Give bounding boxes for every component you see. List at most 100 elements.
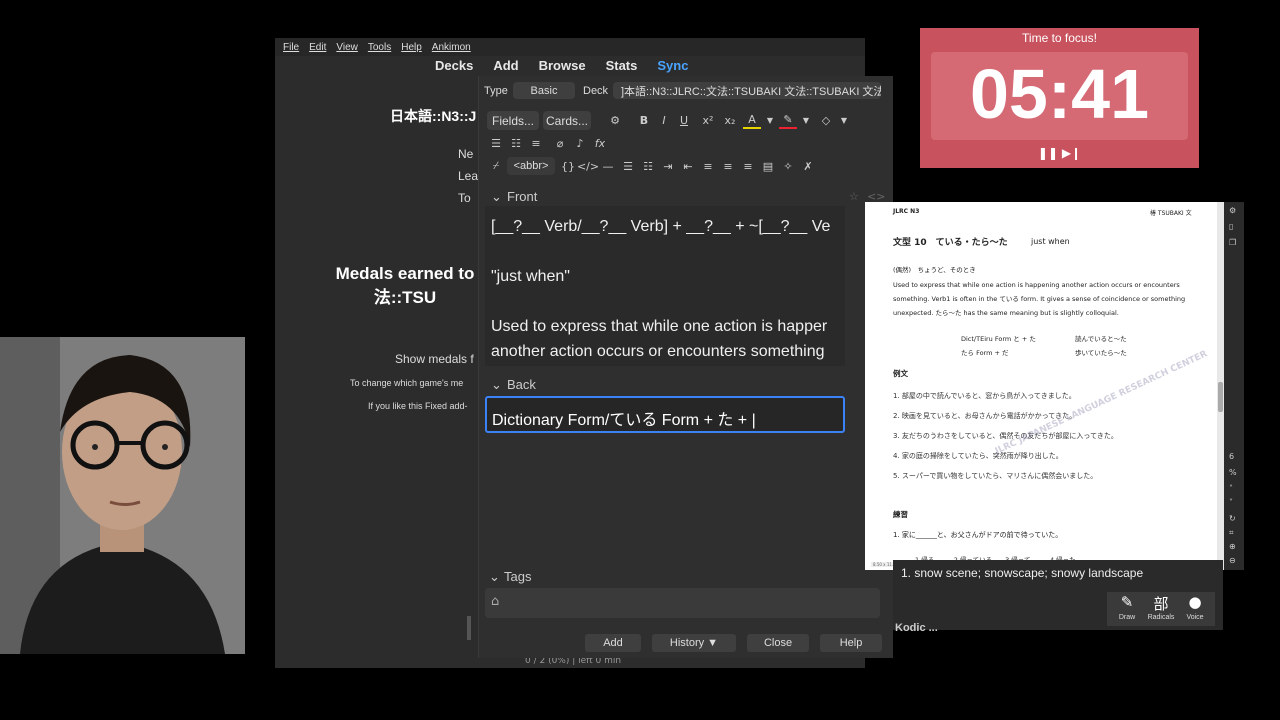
deck-title: 日本語::N3::J <box>390 108 477 124</box>
close-button[interactable]: Close <box>747 634 809 652</box>
align-center-icon[interactable]: ≡ <box>699 157 717 175</box>
medals-line-1: Medals earned to <box>335 264 475 283</box>
align-right-icon[interactable]: ≡ <box>739 157 757 175</box>
toolbar-browse[interactable]: Browse <box>539 58 586 73</box>
superscript-icon[interactable]: x² <box>699 111 717 129</box>
fixed-addon-text: If you like this Fixed add- <box>368 401 468 411</box>
align-justify-icon[interactable]: ▤ <box>759 157 777 175</box>
highlight-icon[interactable]: ✎ <box>779 111 797 129</box>
microphone-icon[interactable]: ♪ <box>571 134 589 152</box>
eraser-icon[interactable]: ◇ <box>817 111 835 129</box>
formula-icon[interactable]: fx <box>591 134 609 152</box>
toolbar-sync[interactable]: Sync <box>657 58 688 73</box>
bullet-list-icon[interactable]: ☰ <box>487 134 505 152</box>
braces-icon[interactable]: {} <box>559 157 577 175</box>
scroll-handle[interactable] <box>467 616 471 640</box>
deck-selector[interactable]: ]本語::N3::JLRC::文法::TSUBAKI 文法::TSUBAKI 文… <box>613 82 881 99</box>
note-type-selector[interactable]: Basic <box>513 82 575 99</box>
add-note-dialog: Type Basic Deck ]本語::N3::JLRC::文法::TSUBA… <box>478 76 893 658</box>
toolbar-decks[interactable]: Decks <box>435 58 473 73</box>
menu-tools[interactable]: Tools <box>368 42 391 53</box>
pdf-example-5: 5. スーパーで買い物をしていたら、マリさんに偶然会いました。 <box>893 472 1098 480</box>
radicals-icon[interactable]: 部 <box>1147 593 1175 614</box>
microphone-icon[interactable]: ● <box>1181 593 1209 611</box>
toolbar-stats[interactable]: Stats <box>606 58 638 73</box>
italic-icon[interactable]: I <box>655 111 673 129</box>
menu-ankimon[interactable]: Ankimon <box>432 42 471 53</box>
gear-icon[interactable]: ⚙ <box>606 111 624 129</box>
tags-collapse-icon[interactable]: ⌄ <box>489 569 500 585</box>
page-number-icon[interactable]: 6 <box>1229 452 1234 461</box>
zoom-out-icon[interactable]: ⊖ <box>1229 556 1236 565</box>
settings-icon[interactable]: ⚙ <box>1229 206 1236 215</box>
pdf-scroll-thumb[interactable] <box>1218 382 1223 412</box>
code-icon[interactable]: </> <box>577 157 599 175</box>
toolbar-add[interactable]: Add <box>493 58 518 73</box>
indent-icon[interactable]: ⇥ <box>659 157 677 175</box>
subscript-icon[interactable]: x₂ <box>721 111 739 129</box>
front-collapse-icon[interactable]: ⌄ <box>491 189 502 205</box>
pdf-side-toolbar: ⚙ ▯ ❐ 6 % ˄ ˅ ↻ ⌗ ⊕ ⊖ <box>1224 202 1244 570</box>
pdf-scrollbar[interactable] <box>1217 202 1224 570</box>
chevron-down-icon[interactable]: ▼ <box>797 111 815 129</box>
underline-icon[interactable]: U <box>675 111 693 129</box>
dictionary-entry-title: Kodic ... <box>895 622 938 634</box>
cards-button[interactable]: Cards... <box>543 111 591 130</box>
align-left-icon[interactable]: ≡ <box>719 157 737 175</box>
menu-help[interactable]: Help <box>401 42 422 53</box>
dictionary-entry: 1. snow scene; snowscape; snowy landscap… <box>901 566 1144 580</box>
text-color-icon[interactable]: A <box>743 111 761 129</box>
bookmark-icon[interactable]: ▯ <box>1229 222 1233 231</box>
medals-line-2: 法::TSU <box>373 288 437 307</box>
dictionary-panel: 1. snow scene; snowscape; snowy landscap… <box>893 560 1223 634</box>
zoom-icon[interactable]: % <box>1229 468 1237 477</box>
copy-icon[interactable]: ❐ <box>1229 238 1236 247</box>
chevron-up-icon[interactable]: ˄ <box>1229 484 1233 493</box>
fields-button[interactable]: Fields... <box>487 111 539 130</box>
tags-input[interactable]: ⌂ <box>485 588 880 618</box>
align-icon[interactable]: ≡ <box>527 134 545 152</box>
new-count-label: Ne <box>458 147 474 161</box>
fit-page-icon[interactable]: ⌗ <box>1229 528 1234 538</box>
paperclip-icon[interactable]: ⌀ <box>551 134 569 152</box>
pdf-explanation-1: Used to express that while one action is… <box>893 281 1180 289</box>
front-field-label: Front <box>507 189 538 204</box>
pdf-reading: (偶然) ちょうど、そのとき <box>893 266 976 274</box>
draw-icon[interactable]: ✎ <box>1113 593 1141 611</box>
sparkle-icon[interactable]: ✧ <box>779 157 797 175</box>
menu-edit[interactable]: Edit <box>309 42 326 53</box>
timer-controls[interactable]: ❚❚ ▶❙ <box>920 146 1199 160</box>
pin-icon[interactable]: ☆ <box>849 190 859 203</box>
tags-label: Tags <box>504 569 532 584</box>
menu-view[interactable]: View <box>336 42 358 53</box>
pdf-explanation-2: something. Verb1 is often in the ている for… <box>893 295 1186 303</box>
menu-file[interactable]: File <box>283 42 299 53</box>
front-field-editor[interactable]: [__?__ Verb/__?__ Verb] + __?__ + ~[__?_… <box>485 206 845 366</box>
history-button[interactable]: History ▼ <box>652 634 736 652</box>
front-line-2: "just when" <box>491 268 570 285</box>
draw-label: Draw <box>1118 614 1136 621</box>
review-count-label: To <box>458 191 471 205</box>
numbered-list-icon[interactable]: ☷ <box>507 134 525 152</box>
add-button[interactable]: Add <box>585 634 641 652</box>
medals-heading: Medals earned to 法::TSU <box>320 262 490 310</box>
chevron-down-icon[interactable]: ˅ <box>1229 498 1233 507</box>
chevron-down-icon[interactable]: ▼ <box>835 111 853 129</box>
horizontal-rule-icon[interactable]: — <box>599 157 617 175</box>
type-label: Type <box>484 85 508 97</box>
back-field-editor[interactable]: Dictionary Form/ている Form + た + | <box>485 396 845 433</box>
pdf-page: JLRC N3 椿 TSUBAKI 文 文型 10 ている・たら〜た just … <box>865 202 1220 570</box>
pdf-explanation: Used to express that while one action is… <box>893 278 1223 320</box>
clear-format-icon[interactable]: ✗ <box>799 157 817 175</box>
zoom-in-icon[interactable]: ⊕ <box>1229 542 1236 551</box>
rotate-icon[interactable]: ↻ <box>1229 514 1236 523</box>
bullet-list-icon[interactable]: ☰ <box>619 157 637 175</box>
outdent-icon[interactable]: ⇤ <box>679 157 697 175</box>
strikethrough-icon[interactable]: ⌿ <box>487 157 505 175</box>
chevron-down-icon[interactable]: ▼ <box>761 111 779 129</box>
abbr-button[interactable]: <abbr> <box>507 157 555 175</box>
help-button[interactable]: Help <box>820 634 882 652</box>
back-collapse-icon[interactable]: ⌄ <box>491 377 502 393</box>
numbered-list-icon[interactable]: ☷ <box>639 157 657 175</box>
bold-icon[interactable]: B <box>635 111 653 129</box>
